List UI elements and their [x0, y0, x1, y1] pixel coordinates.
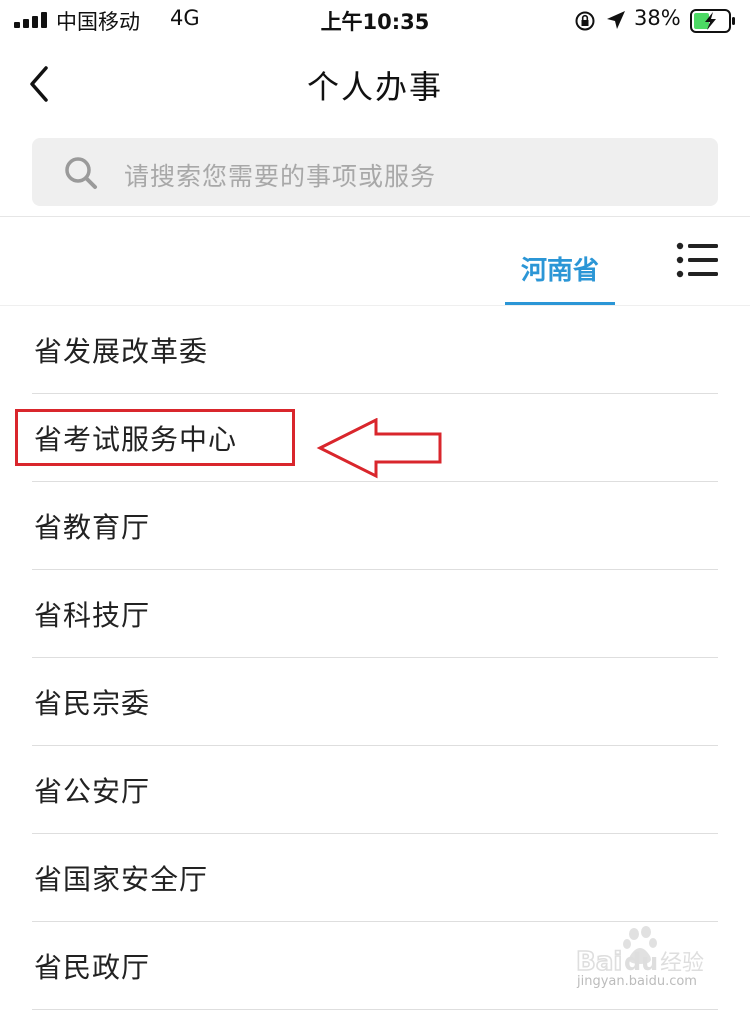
list-item-label: 省国家安全厅	[34, 863, 209, 896]
list-item-label: 省科技厅	[34, 599, 151, 632]
page-title: 个人办事	[306, 68, 443, 106]
watermark-domain: jingyan.baidu.com	[577, 974, 697, 989]
divider	[0, 216, 750, 217]
list-item[interactable]: 省公安厅	[32, 746, 718, 834]
svg-text:Bai: Bai	[576, 947, 622, 977]
list-item[interactable]: 省科技厅	[32, 570, 718, 658]
list-item-label: 省公安厅	[34, 775, 151, 808]
region-tab-label: 河南省	[520, 256, 599, 286]
list-item[interactable]: 省教育厅	[32, 482, 718, 570]
search-input[interactable]: 请搜索您需要的事项或服务	[32, 138, 718, 206]
list-item[interactable]: 省民宗委	[32, 658, 718, 746]
location-arrow-icon	[607, 11, 625, 29]
svg-text:经验: 经验	[660, 951, 704, 976]
navigation-bar: 个人办事	[0, 44, 750, 124]
list-item-label: 省发展改革委	[34, 335, 209, 368]
tab-region-henan[interactable]: 河南省	[505, 220, 615, 306]
orientation-lock-icon	[575, 11, 595, 31]
list-item[interactable]: 省发展改革委	[32, 306, 718, 394]
svg-text:du: du	[624, 948, 658, 976]
status-bar: 中国移动 4G 上午10:35 38%	[0, 0, 750, 44]
search-placeholder: 请搜索您需要的事项或服务	[124, 162, 437, 191]
annotation-arrow-icon	[316, 418, 442, 479]
list-menu-icon[interactable]	[676, 241, 720, 279]
search-icon	[65, 157, 97, 189]
battery-charging-icon	[690, 9, 735, 33]
list-item-label: 省教育厅	[34, 511, 151, 544]
list-item-label: 省民政厅	[34, 951, 151, 984]
battery-percentage: 38%	[634, 6, 681, 30]
annotation-highlight-box	[15, 409, 295, 466]
list-item-label: 省民宗委	[34, 687, 151, 720]
list-item[interactable]: 省国家安全厅	[32, 834, 718, 922]
